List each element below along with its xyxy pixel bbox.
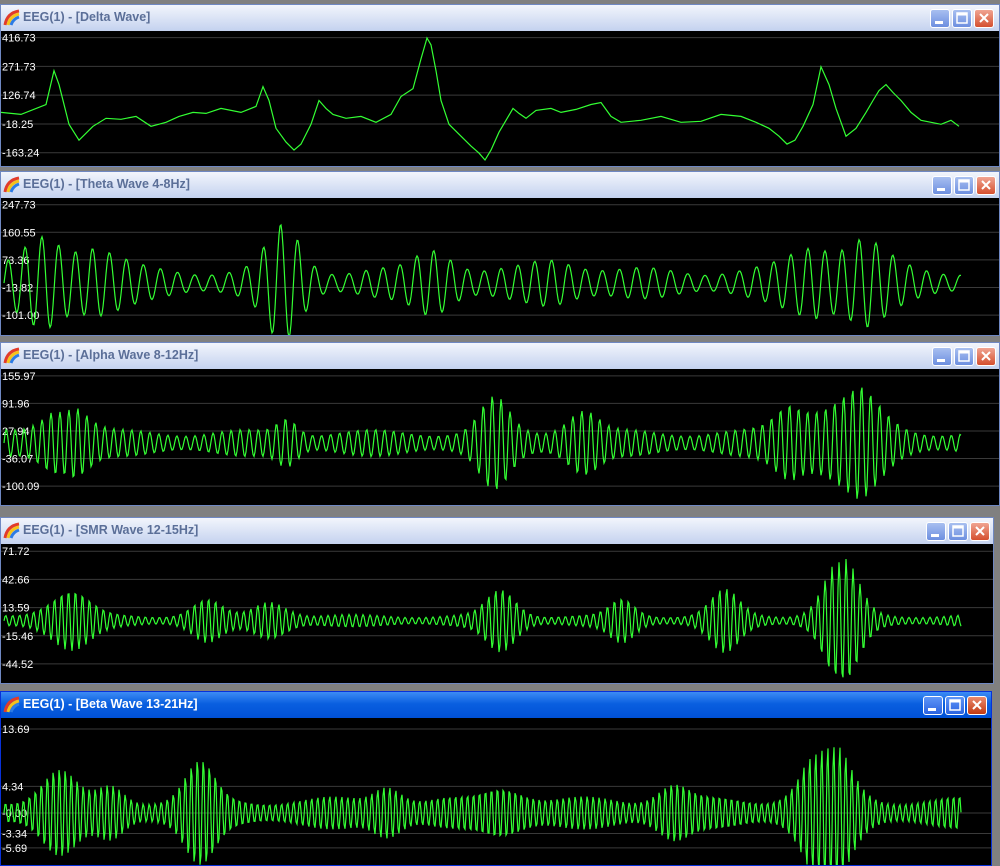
wave-trace (3, 223, 962, 335)
close-icon (981, 180, 991, 190)
maximize-button[interactable] (954, 176, 974, 195)
title-bar[interactable]: EEG(1) - [Alpha Wave 8-12Hz] (1, 343, 999, 369)
window-beta-wave[interactable]: EEG(1) - [Beta Wave 13-21Hz] 13.69 4.34 -0… (0, 691, 992, 866)
maximize-icon (958, 179, 970, 191)
title-bar[interactable]: EEG(1) - [Theta Wave 4-8Hz] (1, 172, 999, 198)
theta-wave-chart: 247.73160.5573.36-13.82-101.00 (1, 200, 999, 335)
close-button[interactable] (976, 176, 996, 195)
eeg-app-icon (3, 522, 20, 539)
chart-area: 155.97 91.96 27.94 -36.07 -100.09 (1, 369, 999, 505)
close-button[interactable] (974, 9, 994, 28)
close-icon (975, 526, 985, 536)
minimize-icon (928, 708, 936, 711)
y-tick-label: 160.55 (2, 227, 36, 239)
y-tick-label: -44.52 (2, 659, 33, 671)
window-title: EEG(1) - [SMR Wave 12-15Hz] (23, 523, 199, 537)
title-bar[interactable]: EEG(1) - [SMR Wave 12-15Hz] (1, 518, 993, 544)
minimize-icon (937, 188, 945, 191)
smr-wave-chart: 71.72 42.66 13.59 -15.46 -44.52 (1, 546, 993, 678)
maximize-icon (952, 525, 964, 537)
y-tick-label: 416.73 (2, 33, 36, 45)
window-delta-wave[interactable]: EEG(1) - [Delta Wave] 416.73 271.73 126.74… (0, 4, 1000, 167)
minimize-button[interactable] (930, 9, 950, 28)
y-tick-label: -0.00 (2, 808, 27, 820)
close-button[interactable] (976, 347, 996, 366)
eeg-app-icon (3, 9, 20, 26)
window-title: EEG(1) - [Delta Wave] (23, 10, 151, 24)
minimize-icon (931, 534, 939, 537)
minimize-button[interactable] (923, 696, 943, 715)
maximize-button[interactable] (952, 9, 972, 28)
title-bar[interactable]: EEG(1) - [Delta Wave] (1, 5, 999, 31)
delta-wave-chart: 416.73 271.73 126.74 -18.25 -163.24 (1, 33, 999, 162)
y-tick-label: -100.09 (2, 481, 39, 493)
window-alpha-wave[interactable]: EEG(1) - [Alpha Wave 8-12Hz] 155.97 91.96… (0, 342, 1000, 506)
minimize-button[interactable] (932, 347, 952, 366)
beta-wave-chart: 13.69 4.34 -0.00 -3.34 -5.69 (1, 724, 991, 865)
y-tick-label: 13.59 (2, 603, 30, 615)
y-tick-label: 4.34 (2, 781, 23, 793)
title-bar[interactable]: EEG(1) - [Beta Wave 13-21Hz] (1, 692, 991, 718)
wave-trace (3, 387, 962, 499)
y-tick-label: -18.25 (2, 119, 33, 131)
y-tick-label: 155.97 (2, 371, 36, 383)
eeg-app-icon (3, 347, 20, 364)
maximize-icon (958, 350, 970, 362)
maximize-button[interactable] (948, 522, 968, 541)
y-tick-label: 42.66 (2, 574, 30, 586)
y-tick-label: 71.72 (2, 546, 30, 558)
y-tick-label: 247.73 (2, 200, 36, 212)
window-title: EEG(1) - [Theta Wave 4-8Hz] (23, 177, 190, 191)
eeg-app-icon (3, 696, 20, 713)
maximize-icon (949, 699, 961, 711)
y-tick-label: -5.69 (2, 843, 27, 855)
close-icon (981, 351, 991, 361)
chart-area: 247.73 160.55 73.36 -13.82 -101.00 (1, 198, 999, 335)
wave-trace (1, 36, 960, 162)
chart-area: 416.73 271.73 126.74 -18.25 -163.24 (1, 31, 999, 166)
y-tick-label: 271.73 (2, 61, 36, 73)
y-tick-label: 91.96 (2, 398, 30, 410)
minimize-button[interactable] (926, 522, 946, 541)
window-smr-wave[interactable]: EEG(1) - [SMR Wave 12-15Hz] 71.72 42.66 13… (0, 517, 994, 684)
y-tick-label: -3.34 (2, 828, 27, 840)
y-tick-label: -163.24 (2, 148, 39, 160)
close-button[interactable] (967, 696, 987, 715)
chart-area: 71.72 42.66 13.59 -15.46 -44.52 (1, 544, 993, 683)
minimize-icon (935, 21, 943, 24)
y-tick-label: -13.82 (2, 282, 33, 294)
wave-trace (3, 747, 962, 865)
y-tick-label: -15.46 (2, 631, 33, 643)
maximize-icon (956, 12, 968, 24)
maximize-button[interactable] (954, 347, 974, 366)
y-tick-label: 126.74 (2, 90, 36, 102)
chart-area: 13.69 4.34 -0.00 -3.34 -5.69 (1, 718, 991, 865)
close-icon (972, 700, 982, 710)
close-icon (979, 13, 989, 23)
window-title: EEG(1) - [Alpha Wave 8-12Hz] (23, 348, 199, 362)
maximize-button[interactable] (945, 696, 965, 715)
y-tick-label: -36.07 (2, 454, 33, 466)
window-theta-wave[interactable]: EEG(1) - [Theta Wave 4-8Hz] 247.73 160.55… (0, 171, 1000, 336)
window-title: EEG(1) - [Beta Wave 13-21Hz] (23, 697, 198, 711)
close-button[interactable] (970, 522, 990, 541)
wave-trace (3, 558, 962, 678)
eeg-app-icon (3, 176, 20, 193)
minimize-button[interactable] (932, 176, 952, 195)
y-tick-label: 13.69 (2, 724, 30, 736)
minimize-icon (937, 359, 945, 362)
alpha-wave-chart: 155.9791.9627.94-36.07-100.09 (1, 371, 999, 499)
y-tick-label: -101.00 (2, 310, 39, 322)
